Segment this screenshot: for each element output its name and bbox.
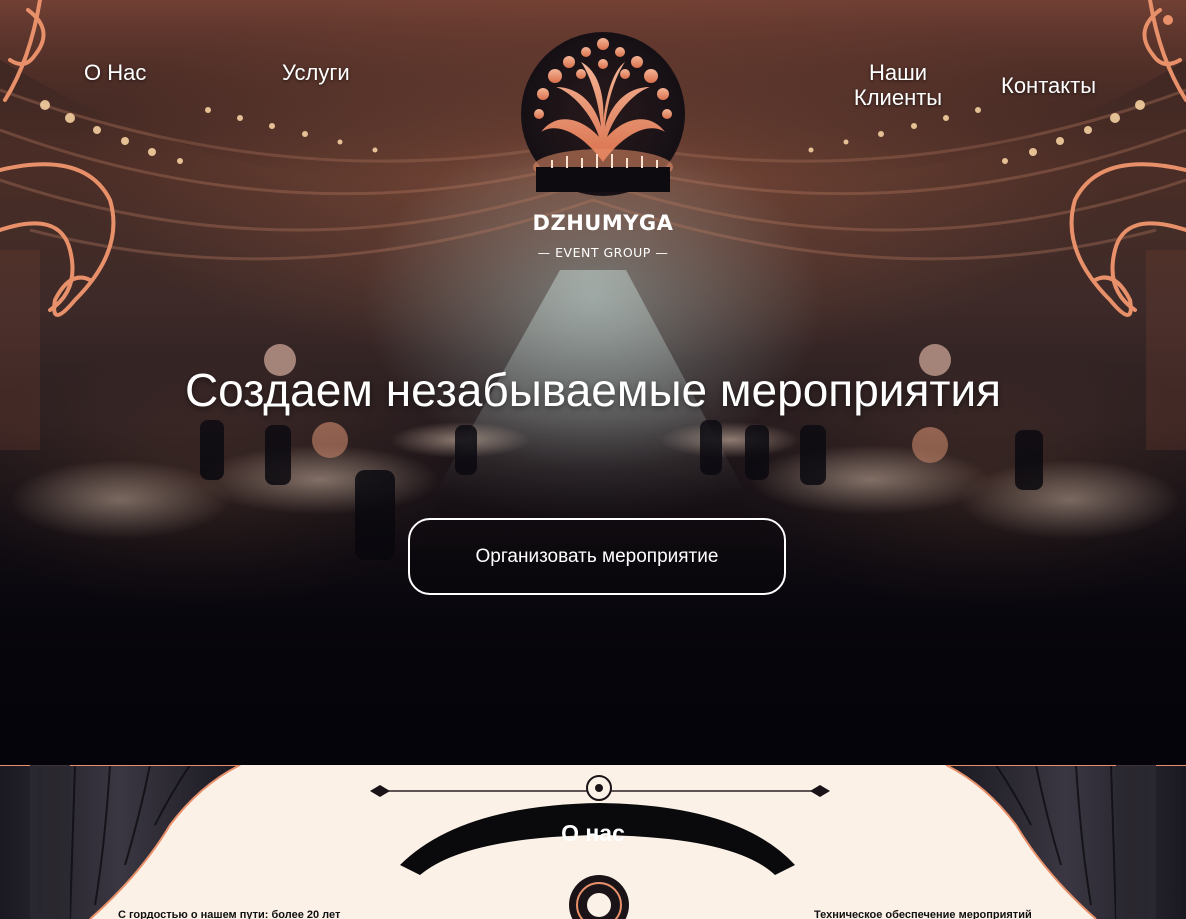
about-section: О нас С гордостью о нашем пути: более 20… <box>0 765 1186 919</box>
about-right-text: Техническое обеспечение мероприятий <box>814 909 1032 919</box>
divider-ornament <box>370 775 830 801</box>
organize-event-button[interactable]: Организовать мероприятие <box>408 518 786 595</box>
brand-name: DZHUMYGA <box>532 211 674 235</box>
about-left-text: С гордостью о нашем пути: более 20 лет <box>118 909 341 919</box>
about-emblem <box>569 875 629 919</box>
nav-about-link[interactable]: О Нас <box>84 60 146 85</box>
nav-contacts-link[interactable]: Контакты <box>1001 73 1096 98</box>
nav-services-link[interactable]: Услуги <box>282 60 350 85</box>
brand-subtitle: — EVENT GROUP — <box>537 245 669 260</box>
nav-clients-link[interactable]: Наши Клиенты <box>843 60 953 110</box>
about-heading: О нас <box>561 820 625 846</box>
hero-title: Создаем незабываемые мероприятия <box>184 364 1002 416</box>
brand-logo[interactable]: DZHUMYGA — EVENT GROUP — <box>511 32 695 262</box>
logo-tree-emblem <box>521 32 685 196</box>
hero-section: О Нас Услуги Наши Клиенты Контакты DZHUM… <box>0 0 1186 765</box>
